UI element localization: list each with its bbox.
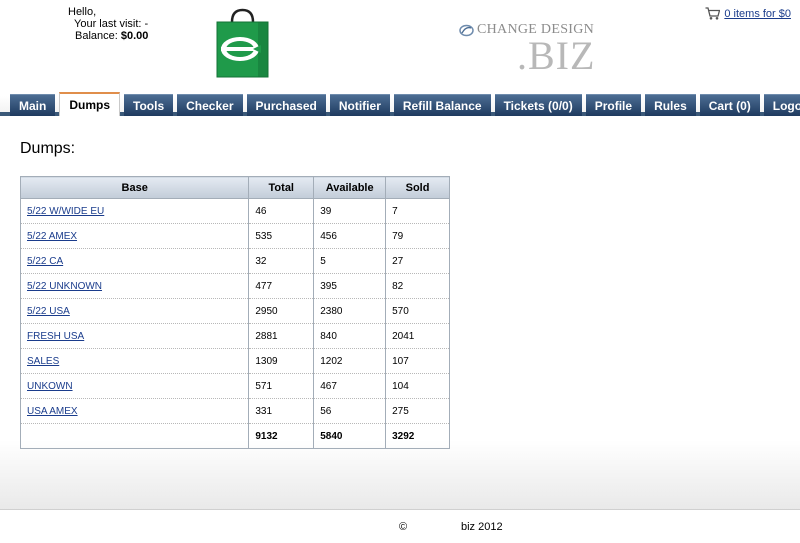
total-cell: 535 xyxy=(248,223,315,249)
brand-domain: .BIZ xyxy=(517,33,596,78)
cart-summary-link[interactable]: 0 items for $0 xyxy=(724,8,791,20)
base-link[interactable]: FRESH USA xyxy=(27,331,84,342)
total-cell: 2881 xyxy=(248,323,315,349)
sold-cell: 82 xyxy=(385,273,450,299)
grand-available-cell: 5840 xyxy=(313,423,387,449)
tab-checker[interactable]: Checker xyxy=(177,94,243,116)
tab-dumps[interactable]: Dumps xyxy=(59,92,121,116)
dumps-table: Base Total Available Sold 5/22 W/WIDE EU… xyxy=(19,176,450,449)
page-title: Dumps: xyxy=(20,140,76,157)
table-row: UNKOWN 571 467 104 xyxy=(19,373,450,399)
main-nav: Main Dumps Tools Checker Purchased Notif… xyxy=(10,92,800,116)
sold-cell: 2041 xyxy=(385,323,450,349)
main-content: Dumps: Base Total Available Sold 5/22 W/… xyxy=(0,120,800,510)
total-cell: 2950 xyxy=(248,298,315,324)
total-cell: 1309 xyxy=(248,348,315,374)
total-cell: 571 xyxy=(248,373,315,399)
tab-refill-balance[interactable]: Refill Balance xyxy=(393,94,491,116)
available-cell: 395 xyxy=(313,273,387,299)
table-row: 5/22 UNKNOWN 477 395 82 xyxy=(19,273,450,299)
total-cell: 46 xyxy=(248,198,315,224)
base-link[interactable]: UNKOWN xyxy=(27,381,73,392)
table-row: 5/22 CA 32 5 27 xyxy=(19,248,450,274)
balance-line: Balance: $0.00 xyxy=(68,30,148,42)
sold-cell: 7 xyxy=(385,198,450,224)
available-cell: 5 xyxy=(313,248,387,274)
tab-cart[interactable]: Cart (0) xyxy=(699,94,760,116)
sold-cell: 79 xyxy=(385,223,450,249)
available-cell: 39 xyxy=(313,198,387,224)
total-cell: 32 xyxy=(248,248,315,274)
balance-value: $0.00 xyxy=(120,30,149,42)
footer-divider xyxy=(0,509,800,510)
table-row: 5/22 USA 2950 2380 570 xyxy=(19,298,450,324)
base-link[interactable]: USA AMEX xyxy=(27,406,78,417)
tab-rules[interactable]: Rules xyxy=(645,94,696,116)
sold-cell: 27 xyxy=(385,248,450,274)
sold-cell: 107 xyxy=(385,348,450,374)
base-link[interactable]: 5/22 AMEX xyxy=(27,231,77,242)
total-cell: 331 xyxy=(248,398,315,424)
user-greeting: Hello, Your last visit: - Balance: $0.00 xyxy=(68,6,148,42)
tab-tools[interactable]: Tools xyxy=(124,94,174,116)
brand-logo: CHANGE DESIGN .BIZ xyxy=(459,22,599,76)
base-link[interactable]: 5/22 USA xyxy=(27,306,70,317)
shopping-bag-logo-icon[interactable] xyxy=(215,8,270,78)
sold-cell: 570 xyxy=(385,298,450,324)
hello-text: Hello, xyxy=(68,6,97,18)
totals-row: 9132 5840 3292 xyxy=(19,423,450,449)
column-header-sold: Sold xyxy=(385,176,450,199)
last-visit-text: Your last visit: - xyxy=(74,18,149,30)
available-cell: 56 xyxy=(313,398,387,424)
table-row: FRESH USA 2881 840 2041 xyxy=(19,323,450,349)
swirl-logo-icon xyxy=(459,24,474,36)
table-row: USA AMEX 331 56 275 xyxy=(19,398,450,424)
header-cart: 0 items for $0 xyxy=(705,7,791,20)
available-cell: 2380 xyxy=(313,298,387,324)
tab-logout[interactable]: Logout xyxy=(763,94,800,116)
available-cell: 840 xyxy=(313,323,387,349)
table-row: 5/22 W/WIDE EU 46 39 7 xyxy=(19,198,450,224)
balance-label: Balance: xyxy=(75,30,118,42)
base-link[interactable]: SALES xyxy=(27,356,59,367)
tab-main[interactable]: Main xyxy=(10,94,56,116)
column-header-available: Available xyxy=(313,176,387,199)
grand-total-cell: 9132 xyxy=(248,423,315,449)
sold-cell: 275 xyxy=(385,398,450,424)
available-cell: 467 xyxy=(313,373,387,399)
tab-tickets[interactable]: Tickets (0/0) xyxy=(494,94,582,116)
grand-sold-cell: 3292 xyxy=(385,423,450,449)
table-header-row: Base Total Available Sold xyxy=(19,176,450,199)
available-cell: 1202 xyxy=(313,348,387,374)
base-link[interactable]: 5/22 CA xyxy=(27,256,63,267)
column-header-base: Base xyxy=(19,176,250,199)
available-cell: 456 xyxy=(313,223,387,249)
base-link[interactable]: 5/22 UNKNOWN xyxy=(27,281,102,292)
tab-notifier[interactable]: Notifier xyxy=(329,94,390,116)
tab-profile[interactable]: Profile xyxy=(585,94,642,116)
base-link[interactable]: 5/22 W/WIDE EU xyxy=(27,206,104,217)
totals-label-cell xyxy=(19,423,250,449)
total-cell: 477 xyxy=(248,273,315,299)
footer-text: biz 2012 xyxy=(461,521,503,533)
sold-cell: 104 xyxy=(385,373,450,399)
column-header-total: Total xyxy=(248,176,315,199)
copyright-symbol: © xyxy=(399,521,408,533)
shopping-cart-icon[interactable] xyxy=(705,7,721,20)
tab-purchased[interactable]: Purchased xyxy=(246,94,326,116)
table-row: SALES 1309 1202 107 xyxy=(19,348,450,374)
table-row: 5/22 AMEX 535 456 79 xyxy=(19,223,450,249)
